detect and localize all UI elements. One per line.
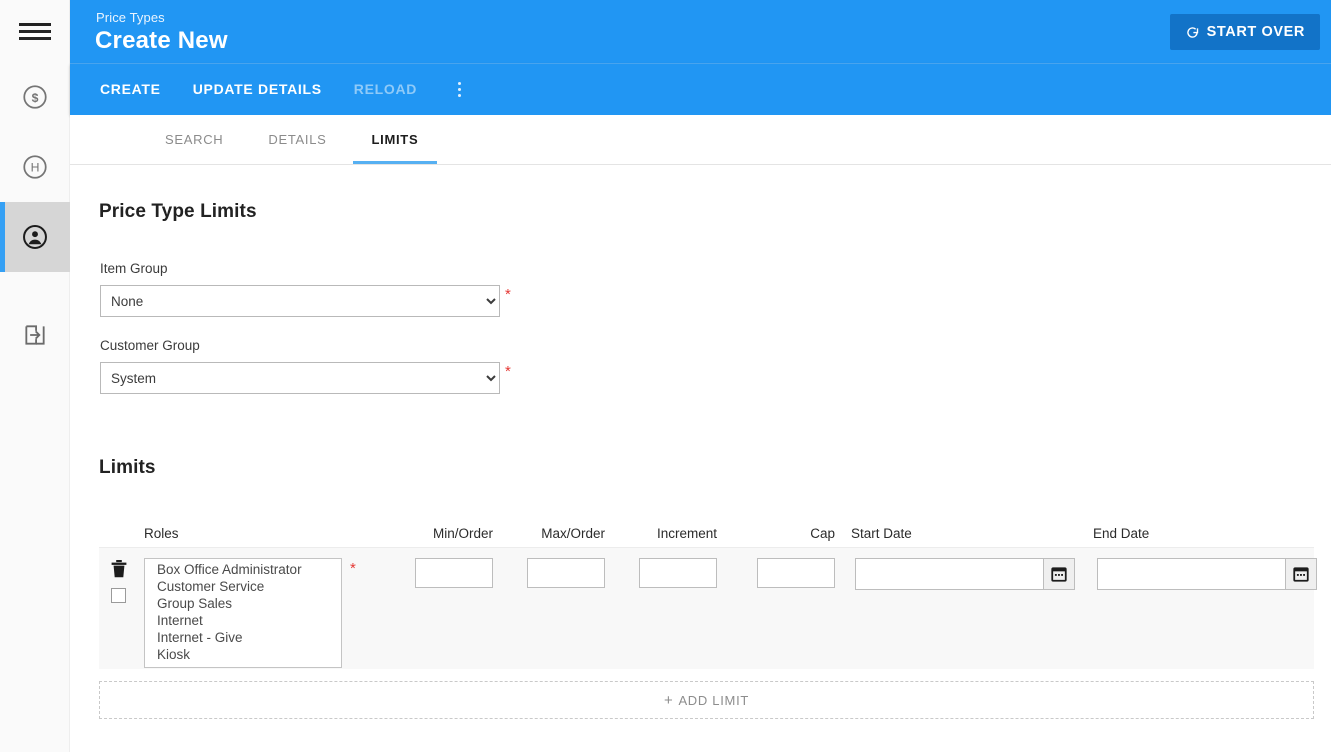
max-order-cell xyxy=(511,558,623,588)
refresh-icon xyxy=(1186,26,1198,38)
tab-limits[interactable]: LIMITS xyxy=(352,115,438,164)
item-group-select[interactable]: None xyxy=(100,285,500,317)
col-end-date: End Date xyxy=(1093,526,1150,541)
page-title: Create New xyxy=(95,27,228,54)
table-row: Box Office Administrator Customer Servic… xyxy=(99,547,1317,669)
sidebar-item-account[interactable] xyxy=(0,202,70,272)
action-create[interactable]: CREATE xyxy=(84,64,177,115)
increment-cell xyxy=(623,558,735,588)
roles-select[interactable]: Box Office Administrator Customer Servic… xyxy=(144,558,342,668)
max-order-input[interactable] xyxy=(527,558,605,588)
cap-cell xyxy=(735,558,847,588)
customer-group-label: Customer Group xyxy=(100,338,200,353)
calendar-icon xyxy=(1293,567,1309,582)
sidebar-item-finance[interactable]: $ xyxy=(0,62,70,132)
section-title: Price Type Limits xyxy=(99,201,257,222)
sidebar-item-logout[interactable] xyxy=(0,300,70,370)
kebab-menu-icon[interactable] xyxy=(439,64,479,115)
item-group-field: None * xyxy=(100,285,511,317)
customer-group-required-marker: * xyxy=(505,363,511,380)
roles-option: Box Office Administrator xyxy=(153,561,341,578)
start-date-input[interactable] xyxy=(855,558,1043,590)
col-increment: Increment xyxy=(656,526,717,541)
start-date-cell xyxy=(847,558,1089,590)
h-circle-icon: H xyxy=(22,155,47,179)
start-over-button[interactable]: START OVER xyxy=(1169,14,1320,50)
roles-option: Customer Service xyxy=(153,578,341,595)
svg-text:$: $ xyxy=(31,91,38,105)
action-reload: RELOAD xyxy=(353,81,418,97)
end-date-input[interactable] xyxy=(1097,558,1285,590)
row-select-checkbox[interactable] xyxy=(111,588,126,603)
tab-bar: SEARCH DETAILS LIMITS xyxy=(70,115,1331,165)
col-min-order: Min/Order xyxy=(432,526,493,541)
breadcrumb: Price Types xyxy=(96,10,165,25)
col-cap: Cap xyxy=(810,526,835,541)
increment-input[interactable] xyxy=(639,558,717,588)
limits-table: Roles Min/Order Max/Order Increment Cap … xyxy=(99,515,1317,669)
app-root: $ H Price Types Create New START OVER CR… xyxy=(0,0,1331,752)
sidebar-item-menu-toggle[interactable] xyxy=(0,0,70,62)
min-order-input[interactable] xyxy=(415,558,493,588)
action-bar: CREATE UPDATE DETAILS RELOAD xyxy=(70,64,1331,115)
roles-option: Kiosk xyxy=(153,646,341,663)
roles-option: Internet - Give xyxy=(153,629,341,646)
end-date-group xyxy=(1093,558,1331,590)
logout-icon xyxy=(24,325,45,345)
start-date-calendar-button[interactable] xyxy=(1043,558,1075,590)
roles-cell: Box Office Administrator Customer Servic… xyxy=(144,558,399,669)
limits-table-header: Roles Min/Order Max/Order Increment Cap … xyxy=(99,515,1314,547)
calendar-icon xyxy=(1051,567,1067,582)
customer-group-select[interactable]: System xyxy=(100,362,500,394)
page-header: Price Types Create New START OVER xyxy=(70,0,1331,64)
svg-text:H: H xyxy=(30,161,39,175)
cap-input[interactable] xyxy=(757,558,835,588)
main-content: Price Type Limits Item Group None * Cust… xyxy=(70,165,1331,752)
end-date-cell xyxy=(1089,558,1331,590)
tab-details[interactable]: DETAILS xyxy=(249,115,345,164)
customer-group-field: System * xyxy=(100,362,511,394)
tab-search[interactable]: SEARCH xyxy=(146,115,242,164)
col-max-order: Max/Order xyxy=(541,526,605,541)
end-date-calendar-button[interactable] xyxy=(1285,558,1317,590)
start-date-group xyxy=(851,558,1089,590)
roles-option: Internet xyxy=(153,612,341,629)
roles-option: Group Sales xyxy=(153,595,341,612)
trash-icon[interactable] xyxy=(111,560,127,579)
col-roles: Roles xyxy=(144,526,179,541)
plus-icon: + xyxy=(663,691,674,709)
roles-required-marker: * xyxy=(350,560,356,577)
start-over-label: START OVER xyxy=(1206,24,1305,40)
limits-title: Limits xyxy=(99,457,156,478)
item-group-label: Item Group xyxy=(100,261,168,276)
min-order-cell xyxy=(399,558,511,588)
dollar-circle-icon: $ xyxy=(22,85,47,109)
row-actions-cell xyxy=(99,558,144,603)
person-circle-icon xyxy=(22,225,47,249)
action-update-details[interactable]: UPDATE DETAILS xyxy=(177,64,338,115)
sidebar-item-hold[interactable]: H xyxy=(0,132,70,202)
sidebar: $ H xyxy=(0,0,70,752)
item-group-required-marker: * xyxy=(505,286,511,303)
col-start-date: Start Date xyxy=(851,526,912,541)
add-limit-label: ADD LIMIT xyxy=(678,692,750,708)
add-limit-button[interactable]: + ADD LIMIT xyxy=(99,681,1314,719)
hamburger-icon xyxy=(18,19,51,44)
